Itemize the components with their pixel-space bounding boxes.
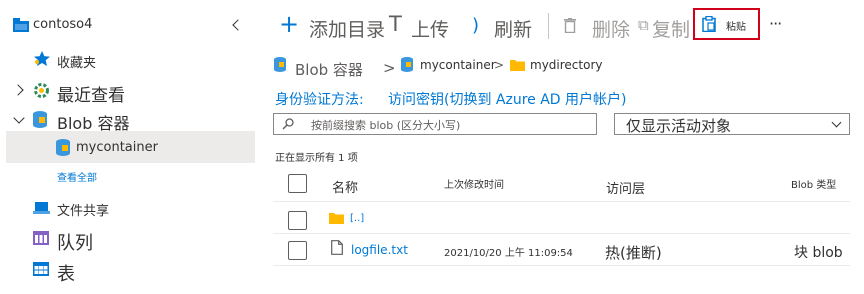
column-header-name[interactable]: 名称	[332, 177, 358, 196]
toolbar-separator	[548, 13, 549, 39]
item-count-status: 正在显示所有 1 项	[275, 153, 358, 164]
row-type: 块 blob	[794, 245, 843, 261]
expand-recent-icon[interactable]	[12, 84, 24, 96]
breadcrumb-separator: >	[383, 59, 396, 77]
row-divider	[273, 233, 850, 234]
view-filter-value: 仅显示活动对象	[626, 117, 732, 135]
sidebar-item-tables[interactable]: 表	[57, 260, 75, 286]
view-all-link[interactable]: 查看全部	[57, 169, 97, 184]
breadcrumb-separator-2: >	[494, 58, 505, 72]
more-options-button[interactable]: ···	[769, 14, 782, 33]
paste-button[interactable]: 粘贴	[726, 18, 746, 33]
copy-button[interactable]: 复制	[652, 15, 690, 42]
column-header-tier[interactable]: 访问层	[606, 178, 645, 197]
breadcrumb-root[interactable]: Blob 容器	[295, 59, 363, 80]
search-icon	[282, 118, 294, 130]
refresh-icon: )	[472, 15, 480, 36]
file-share-icon	[33, 202, 50, 214]
star-icon	[34, 51, 50, 66]
sidebar-item-queues[interactable]: 队列	[57, 229, 93, 255]
search-input[interactable]: 按前缀搜索 blob (区分大小写)	[273, 113, 597, 135]
container-icon	[56, 139, 70, 156]
folder-icon	[510, 60, 525, 71]
refresh-button[interactable]: 刷新	[494, 15, 532, 42]
add-icon: +	[279, 10, 300, 38]
row-checkbox[interactable]	[288, 211, 307, 230]
chevron-down-icon	[831, 117, 842, 128]
select-all-checkbox[interactable]	[288, 174, 307, 193]
column-header-modified[interactable]: 上次修改时间	[444, 176, 504, 191]
blob-container-icon	[33, 111, 47, 128]
container-breadcrumb-icon	[401, 57, 413, 72]
row-modified: 2021/10/20 上午 11:09:54	[444, 248, 573, 259]
folder-icon	[329, 213, 344, 224]
table-icon	[33, 262, 49, 276]
upload-button[interactable]: 上传	[411, 15, 449, 42]
column-header-type[interactable]: Blob 类型	[791, 176, 836, 191]
sidebar-item-recent[interactable]: 最近查看	[57, 81, 125, 106]
row-name-link[interactable]: logfile.txt	[351, 243, 408, 257]
auth-method-link[interactable]: 访问密钥(切换到 Azure AD 用户帐户)	[388, 89, 627, 109]
breadcrumb-container[interactable]: mycontainer	[420, 58, 496, 72]
upload-icon: T	[389, 12, 402, 36]
recent-gear-icon	[34, 83, 49, 98]
storage-account-icon	[13, 18, 29, 32]
row-tier: 热(推断)	[605, 244, 662, 262]
add-directory-button[interactable]: 添加目录	[309, 15, 385, 42]
sidebar-item-favorites[interactable]: 收藏夹	[57, 52, 96, 71]
row-divider	[273, 265, 850, 266]
search-placeholder: 按前缀搜索 blob (区分大小写)	[311, 119, 461, 132]
row-checkbox[interactable]	[288, 241, 307, 260]
delete-icon	[564, 18, 576, 33]
auth-method-label: 身份验证方法:	[275, 92, 364, 108]
paste-icon	[702, 16, 716, 32]
queue-icon	[33, 231, 49, 245]
breadcrumb-directory[interactable]: mydirectory	[530, 58, 602, 72]
sidebar: contoso4 收藏夹 最近查看 Blob 容器 mycontainer 查看…	[0, 0, 256, 294]
copy-icon: ⧉	[638, 16, 649, 34]
file-icon	[331, 240, 343, 255]
blob-breadcrumb-icon	[274, 57, 286, 72]
view-filter-select[interactable]: 仅显示活动对象	[614, 113, 850, 135]
collapse-sidebar-icon[interactable]	[232, 19, 244, 31]
delete-button[interactable]: 删除	[592, 15, 630, 42]
account-name[interactable]: contoso4	[33, 17, 92, 32]
sidebar-item-mycontainer-label: mycontainer	[76, 140, 158, 155]
collapse-blob-icon[interactable]	[13, 112, 25, 124]
sidebar-item-file-shares[interactable]: 文件共享	[57, 200, 109, 219]
row-name-link[interactable]: [..]	[350, 213, 364, 224]
header-divider	[273, 201, 850, 202]
